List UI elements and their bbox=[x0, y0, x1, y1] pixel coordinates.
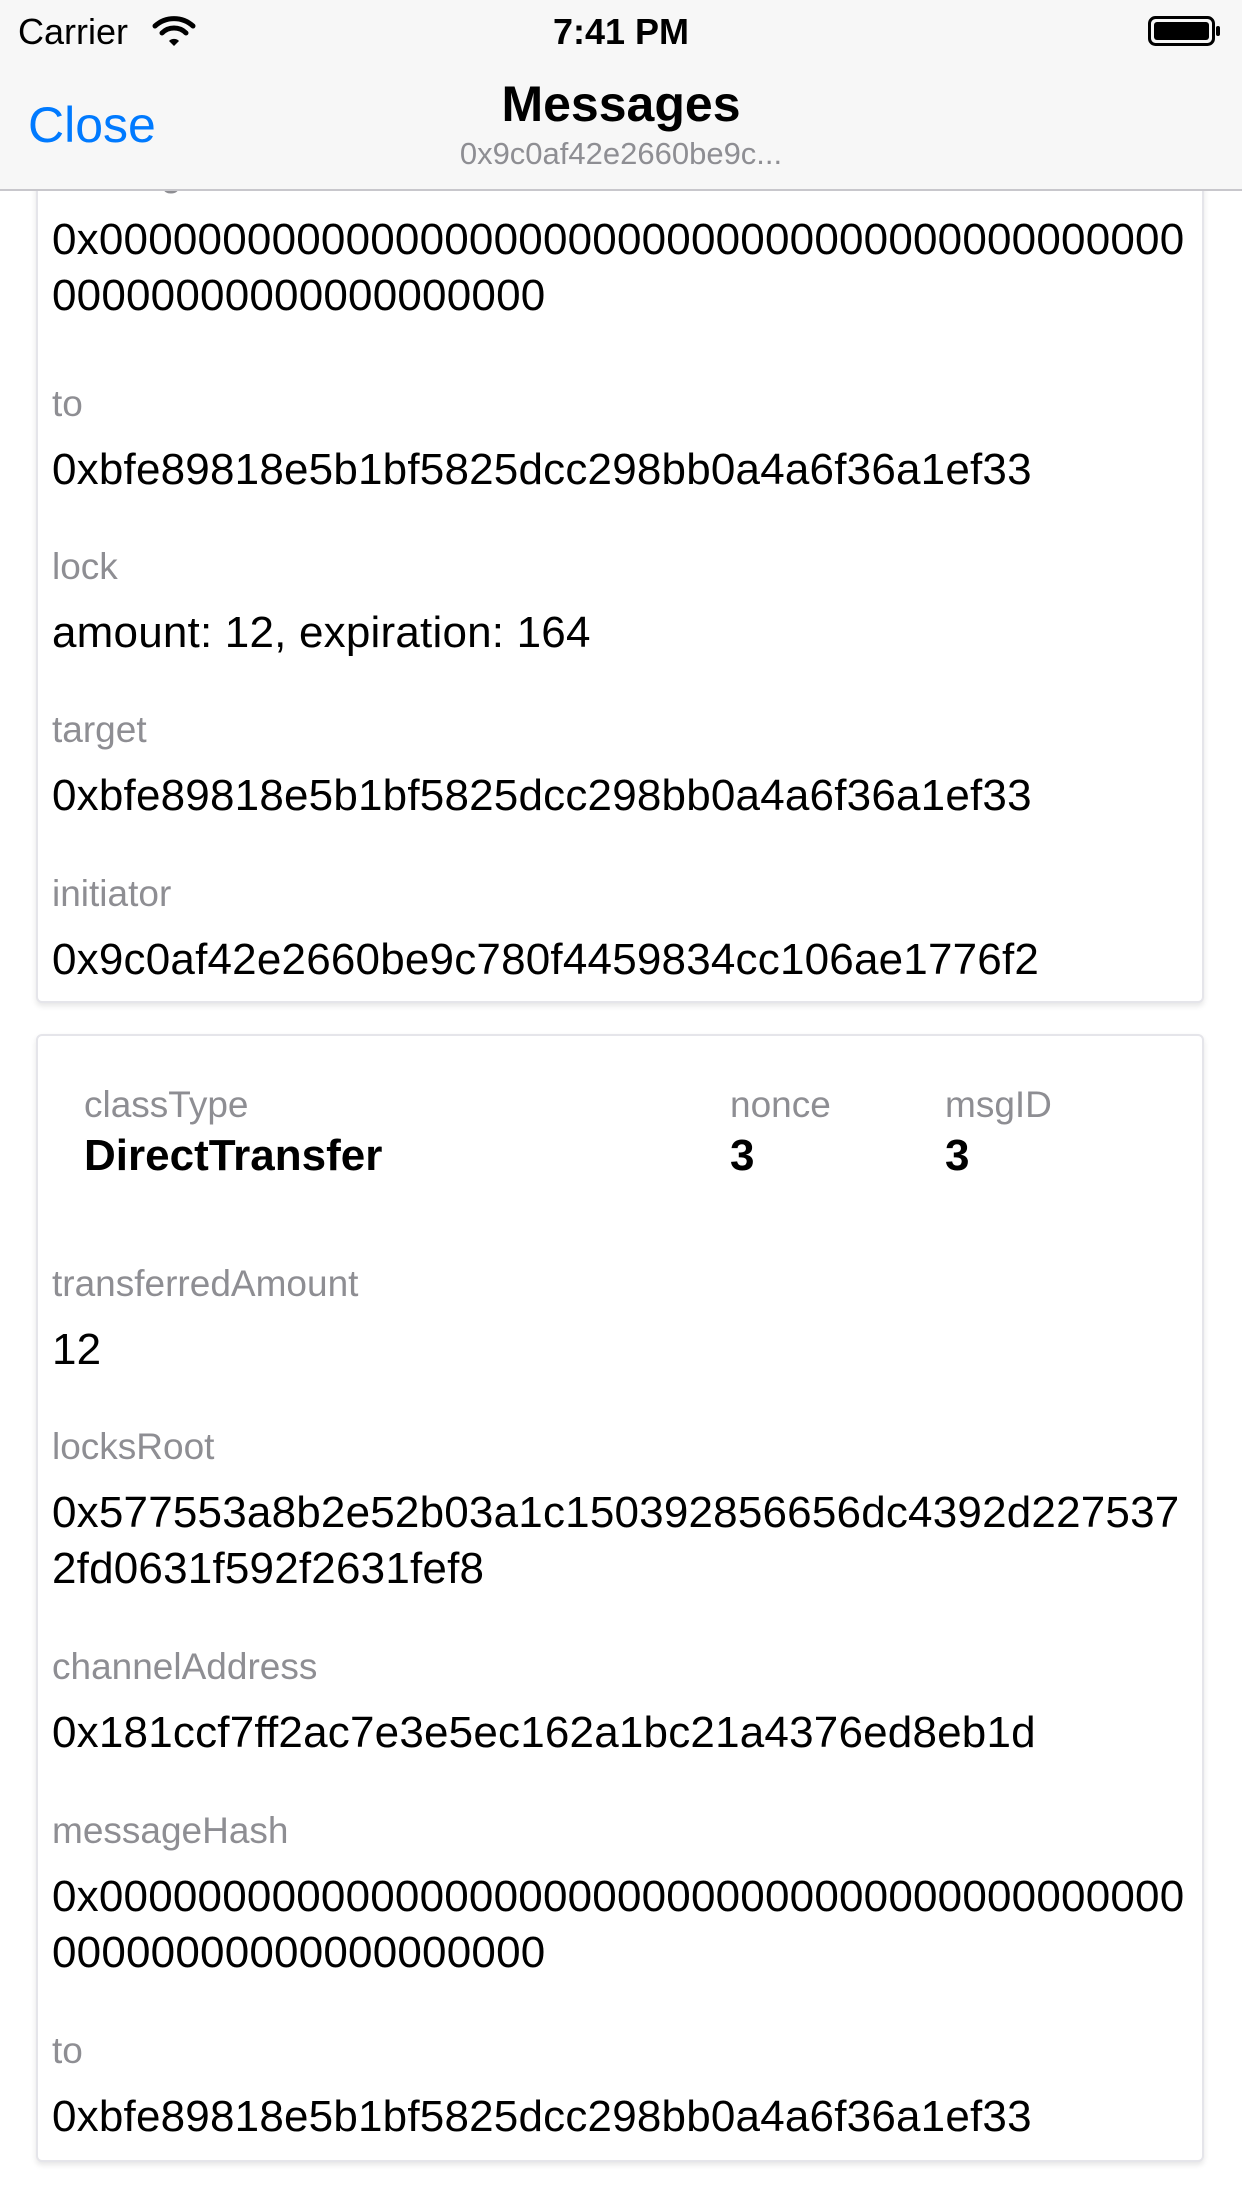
field-value: 0x9c0af42e2660be9c780f4459834cc106ae1776… bbox=[52, 935, 1040, 984]
field-transferred-amount: transferredAmount 12 bbox=[52, 1262, 1192, 1378]
field-channel-address: channelAddress 0x181ccf7ff2ac7e3e5ec162a… bbox=[52, 1645, 1192, 1761]
class-type-value: DirectTransfer bbox=[84, 1131, 383, 1180]
field-value: amount: 12, expiration: 164 bbox=[52, 608, 591, 657]
nonce-column: nonce 3 bbox=[730, 1082, 831, 1184]
field-label: lock bbox=[52, 546, 118, 587]
field-value: 0xbfe89818e5b1bf5825dcc298bb0a4a6f36a1ef… bbox=[52, 2092, 1032, 2141]
status-time: 7:41 PM bbox=[552, 11, 690, 52]
field-to: to 0xbfe89818e5b1bf5825dcc298bb0a4a6f36a… bbox=[52, 382, 1192, 498]
field-label: to bbox=[52, 383, 83, 424]
msg-id-value: 3 bbox=[945, 1131, 970, 1180]
message-card: classType DirectTransfer nonce 3 msgID 3… bbox=[36, 1034, 1204, 2162]
field-target: target 0xbfe89818e5b1bf5825dcc298bb0a4a6… bbox=[52, 708, 1192, 824]
field-label: transferredAmount bbox=[52, 1263, 359, 1304]
nonce-label: nonce bbox=[730, 1084, 831, 1125]
battery-full-icon bbox=[1148, 16, 1222, 46]
field-initiator: initiator 0x9c0af42e2660be9c780f4459834c… bbox=[52, 872, 1192, 988]
field-label: target bbox=[52, 709, 147, 750]
msg-id-label: msgID bbox=[945, 1084, 1052, 1125]
field-value: 0x00000000000000000000000000000000000000… bbox=[52, 1872, 1185, 1977]
page-subtitle: 0x9c0af42e2660be9c... bbox=[459, 136, 783, 171]
field-message-hash: messageHash 0x00000000000000000000000000… bbox=[52, 1809, 1192, 1981]
field-value: 0xbfe89818e5b1bf5825dcc298bb0a4a6f36a1ef… bbox=[52, 445, 1032, 494]
nonce-value: 3 bbox=[730, 1131, 755, 1180]
field-label: to bbox=[52, 2030, 83, 2071]
field-value: 0x00000000000000000000000000000000000000… bbox=[52, 215, 1185, 320]
field-label: channelAddress bbox=[52, 1646, 318, 1687]
field-value: 0x577553a8b2e52b03a1c150392856656dc4392d… bbox=[52, 1488, 1180, 1593]
class-type-label: classType bbox=[84, 1084, 249, 1125]
navigation-bar: Carrier 7:41 PM Close Messages 0x9c0af42… bbox=[0, 0, 1242, 191]
field-lock: lock amount: 12, expiration: 164 bbox=[52, 545, 1192, 661]
message-card: messageHash 0x00000000000000000000000000… bbox=[36, 110, 1204, 1003]
field-value: 0xbfe89818e5b1bf5825dcc298bb0a4a6f36a1ef… bbox=[52, 771, 1032, 820]
field-value: 12 bbox=[52, 1325, 102, 1374]
field-label: messageHash bbox=[52, 1810, 289, 1851]
class-type-column: classType DirectTransfer bbox=[84, 1082, 382, 1184]
page-title: Messages bbox=[501, 76, 741, 132]
field-locks-root: locksRoot 0x577553a8b2e52b03a1c150392856… bbox=[52, 1425, 1192, 1597]
field-to: to 0xbfe89818e5b1bf5825dcc298bb0a4a6f36a… bbox=[52, 2029, 1192, 2145]
field-label: initiator bbox=[52, 873, 172, 914]
msg-id-column: msgID 3 bbox=[945, 1082, 1052, 1184]
field-value: 0x181ccf7ff2ac7e3e5ec162a1bc21a4376ed8eb… bbox=[52, 1708, 1036, 1757]
messages-scroll-view[interactable]: messageHash 0x00000000000000000000000000… bbox=[0, 0, 1242, 2208]
field-label: locksRoot bbox=[52, 1426, 215, 1467]
